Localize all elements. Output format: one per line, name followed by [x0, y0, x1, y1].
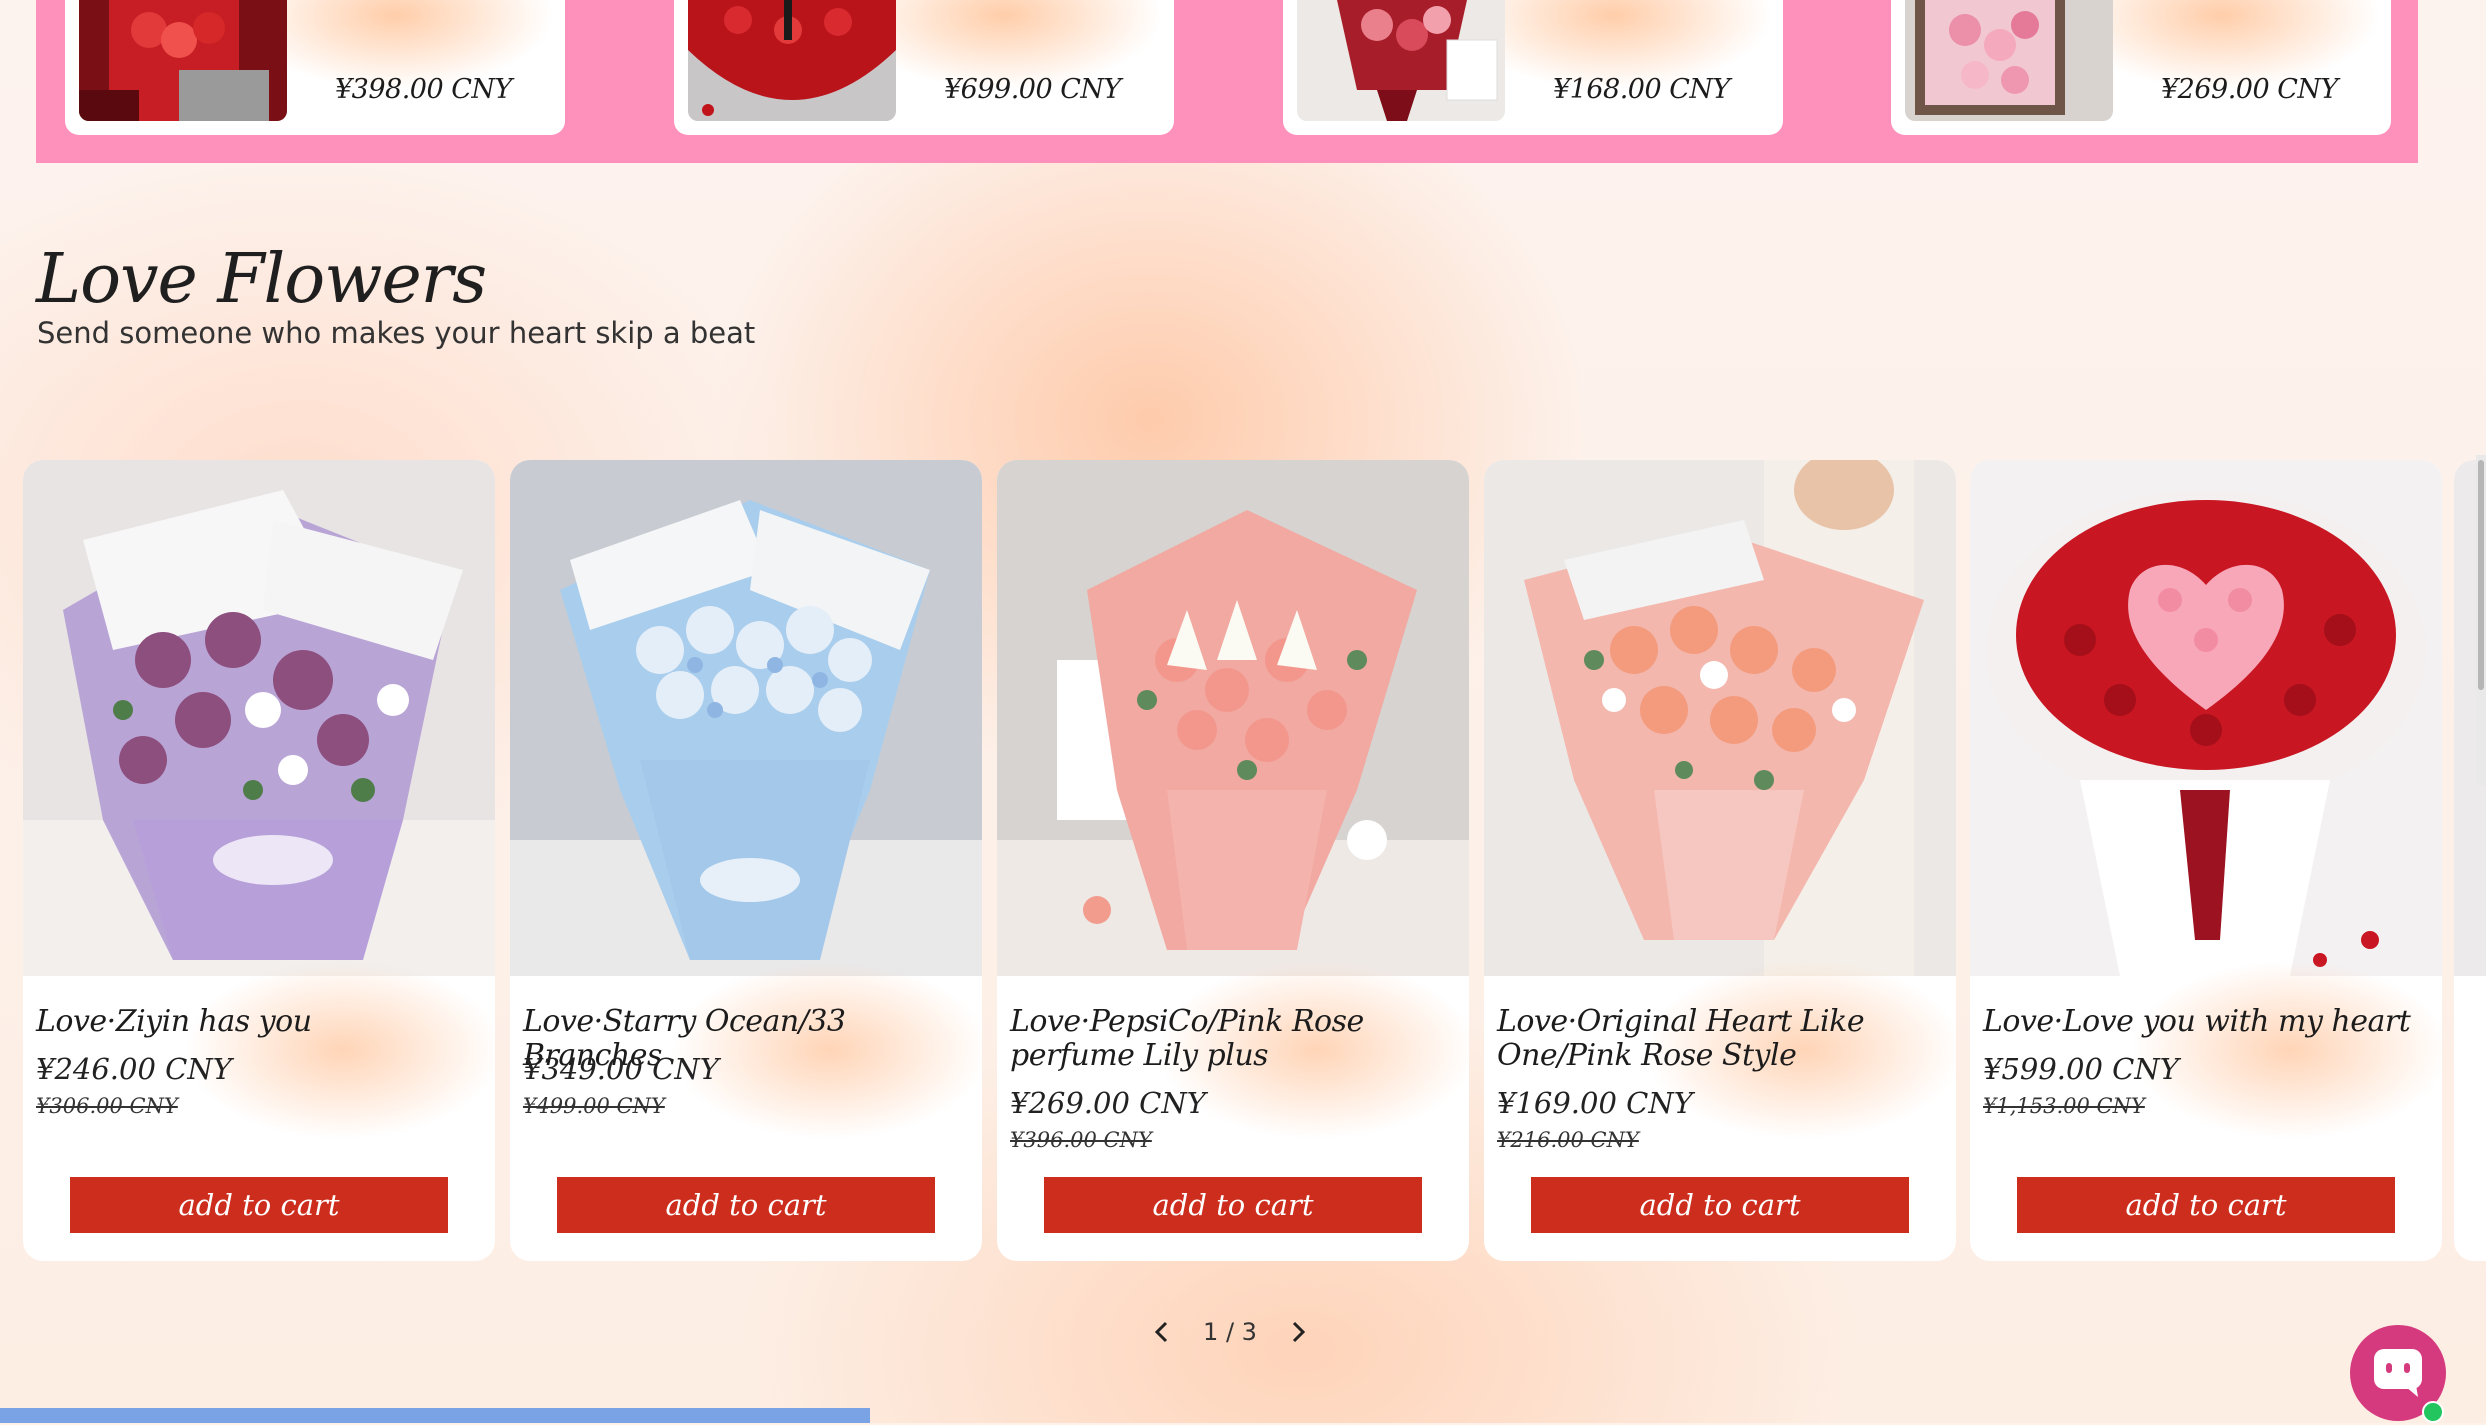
add-to-cart-button[interactable]: add to cart [557, 1177, 935, 1233]
featured-product-card[interactable]: ¥168.00 CNY [1283, 0, 1783, 135]
product-thumbnail[interactable] [688, 0, 896, 121]
product-price: ¥246.00 CNY [36, 1052, 232, 1086]
product-compare-price: ¥499.00 CNY [523, 1094, 665, 1118]
featured-product-card[interactable]: ¥699.00 CNY [674, 0, 1174, 135]
slider-next-button[interactable] [1281, 1315, 1315, 1349]
online-status-dot [2422, 1401, 2444, 1423]
scrollbar-thumb[interactable] [2478, 460, 2484, 690]
section-subtitle: Send someone who makes your heart skip a… [37, 316, 756, 350]
featured-product-card[interactable]: ¥398.00 CNY [65, 0, 565, 135]
featured-product-card[interactable]: ¥269.00 CNY [1891, 0, 2391, 135]
product-title[interactable]: Love·PepsiCo/Pink Rose perfume Lily plus [1010, 1005, 1450, 1073]
product-title[interactable]: Love·Love you with my heart [1983, 1005, 2423, 1039]
add-to-cart-button[interactable]: add to cart [1531, 1177, 1909, 1233]
product-title[interactable]: Love·Original Heart Like One/Pink Rose S… [1497, 1005, 1937, 1073]
product-image[interactable] [997, 460, 1469, 976]
product-price: ¥398.00 CNY [335, 74, 512, 105]
product-card[interactable]: Love·Starry Ocean/33 Branches ¥349.00 CN… [510, 460, 982, 1261]
product-title[interactable]: Love·Ziyin has you [36, 1005, 476, 1039]
product-card[interactable]: Love·Love you with my heart ¥599.00 CNY … [1970, 460, 2442, 1261]
product-compare-price: ¥216.00 CNY [1497, 1128, 1639, 1152]
product-compare-price: ¥1,153.00 CNY [1983, 1094, 2145, 1118]
add-to-cart-button[interactable]: add to cart [70, 1177, 448, 1233]
product-image[interactable] [23, 460, 495, 976]
slider-prev-button[interactable] [1145, 1315, 1179, 1349]
add-to-cart-button[interactable]: add to cart [1044, 1177, 1422, 1233]
product-card[interactable]: Love·Ziyin has you ¥246.00 CNY ¥306.00 C… [23, 460, 495, 1261]
product-image[interactable] [1970, 460, 2442, 976]
product-price: ¥169.00 CNY [1497, 1086, 1693, 1120]
product-price: ¥599.00 CNY [1983, 1052, 2179, 1086]
chevron-left-icon [1154, 1321, 1168, 1343]
product-price: ¥168.00 CNY [1553, 74, 1730, 105]
add-to-cart-button[interactable]: add to cart [2017, 1177, 2395, 1233]
slider-page-count: 1 / 3 [1203, 1318, 1257, 1346]
product-thumbnail[interactable] [1297, 0, 1505, 121]
product-thumbnail[interactable] [1905, 0, 2113, 121]
product-compare-price: ¥396.00 CNY [1010, 1128, 1152, 1152]
product-price: ¥699.00 CNY [944, 74, 1121, 105]
product-price: ¥349.00 CNY [523, 1052, 719, 1086]
product-card[interactable]: Love·PepsiCo/Pink Rose perfume Lily plus… [997, 460, 1469, 1261]
slider-pagination: 1 / 3 [1145, 1312, 1315, 1352]
product-thumbnail[interactable] [79, 0, 287, 121]
section-title: Love Flowers [36, 240, 487, 319]
product-price: ¥269.00 CNY [2161, 74, 2338, 105]
chat-launcher-button[interactable] [2350, 1325, 2446, 1423]
link-preview-bar [0, 1408, 870, 1423]
product-card[interactable]: Love·Original Heart Like One/Pink Rose S… [1484, 460, 1956, 1261]
product-image[interactable] [1484, 460, 1956, 976]
product-compare-price: ¥306.00 CNY [36, 1094, 178, 1118]
chevron-right-icon [1292, 1321, 1306, 1343]
featured-products-band: ¥398.00 CNY ¥699.00 CNY ¥168.00 CNY ¥269… [36, 0, 2418, 163]
product-image[interactable] [510, 460, 982, 976]
product-price: ¥269.00 CNY [1010, 1086, 1206, 1120]
